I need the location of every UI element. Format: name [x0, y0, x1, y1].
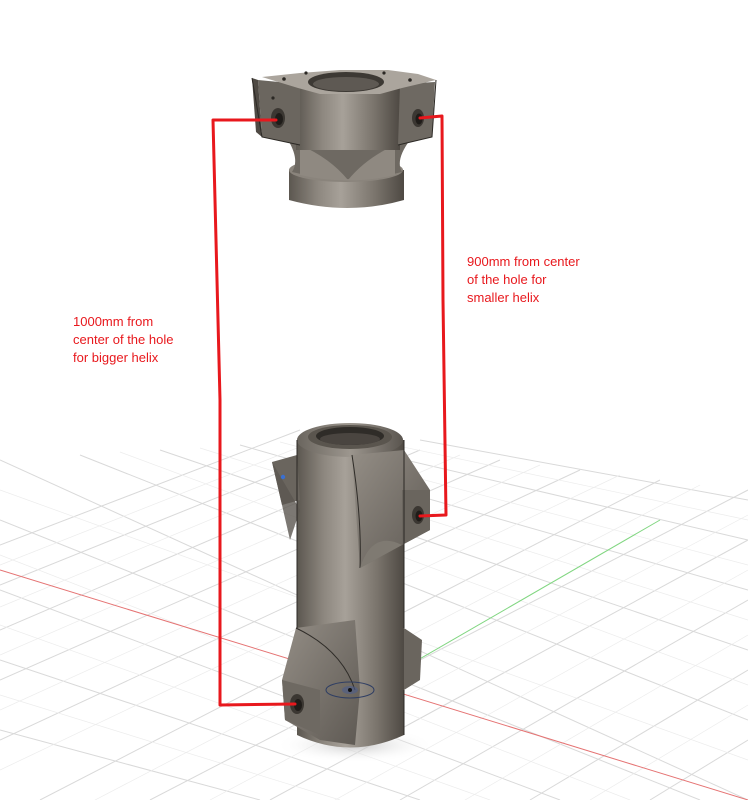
annotation-line: smaller helix [467, 290, 540, 305]
bigger-helix-dimension [211, 118, 297, 707]
annotation-line: of the hole for [467, 272, 547, 287]
annotation-line: for bigger helix [73, 350, 159, 365]
bottom-tube-part [272, 423, 430, 748]
top-left-hole [271, 108, 285, 128]
smaller-helix-annotation: 900mm from center of the hole for smalle… [467, 253, 580, 307]
annotation-line: center of the hole [73, 332, 174, 347]
bigger-helix-annotation: 1000mm from center of the hole for bigge… [73, 313, 173, 367]
top-connector-part [251, 70, 437, 208]
smaller-helix-dimension [418, 114, 448, 518]
annotation-line: 900mm from center [467, 254, 580, 269]
cad-viewport [0, 70, 748, 800]
annotation-line: 1000mm from [73, 314, 154, 329]
